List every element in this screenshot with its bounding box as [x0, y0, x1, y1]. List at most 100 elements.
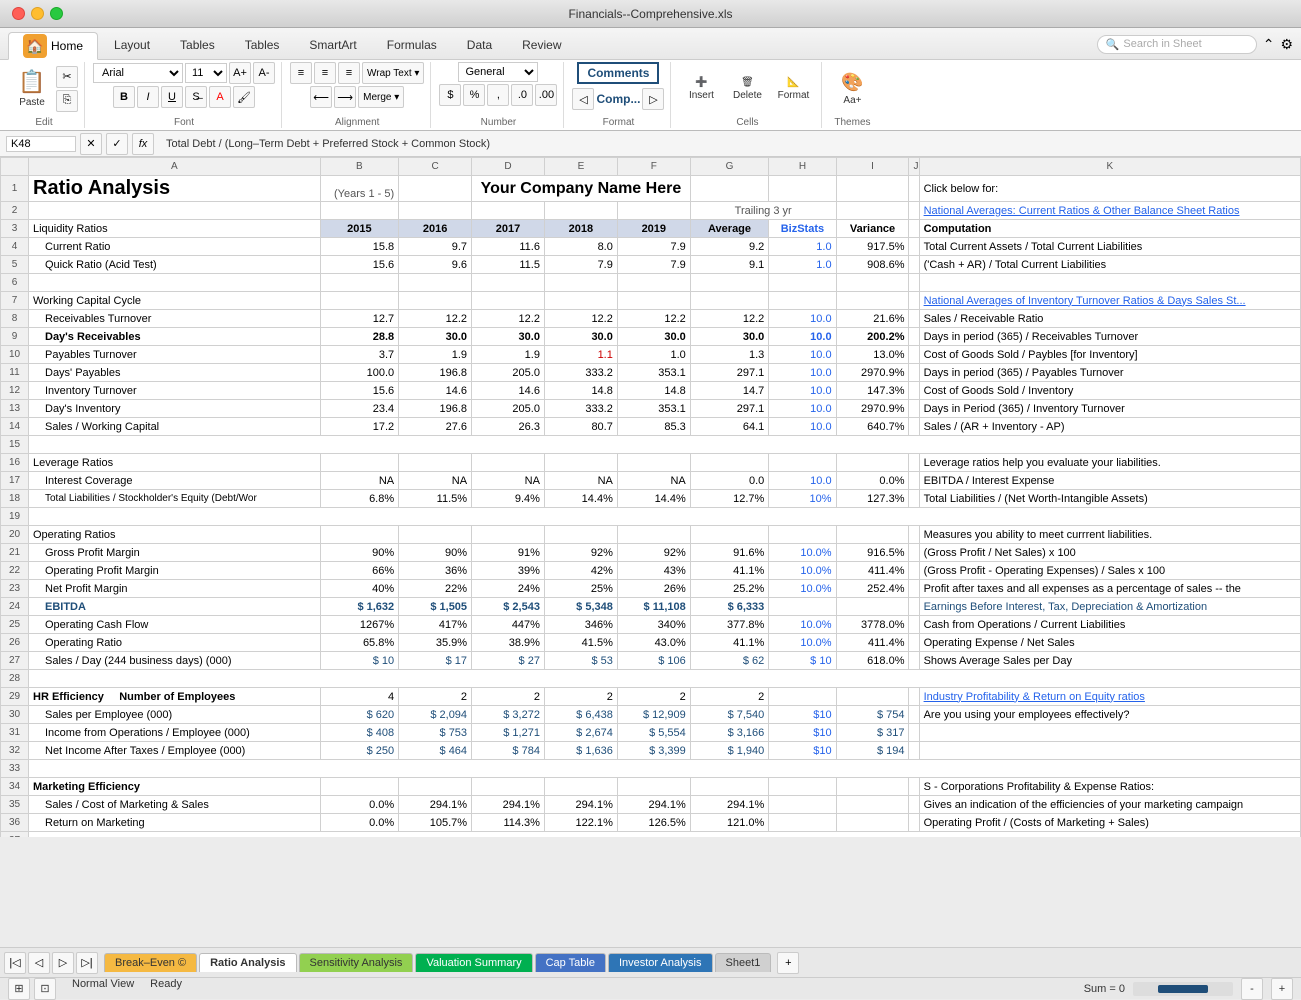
highlight-button[interactable]: 🖌 — [233, 86, 255, 108]
cell-h13[interactable]: 10.0 — [769, 400, 836, 418]
close-button[interactable] — [12, 7, 25, 20]
cell-f18[interactable]: 14.4% — [617, 490, 690, 508]
themes-button[interactable]: 🎨 Aa+ — [830, 63, 874, 115]
cell-g14[interactable]: 64.1 — [690, 418, 769, 436]
cell-d13[interactable]: 205.0 — [472, 400, 545, 418]
cell-e22[interactable]: 42% — [544, 562, 617, 580]
cell-h23[interactable]: 10.0% — [769, 580, 836, 598]
cell-g22[interactable]: 41.1% — [690, 562, 769, 580]
cell-i23[interactable]: 252.4% — [836, 580, 909, 598]
cell-k26[interactable]: Operating Expense / Net Sales — [919, 634, 1300, 652]
cell-k18[interactable]: Total Liabilities / (Net Worth-Intangibl… — [919, 490, 1300, 508]
col-header-b[interactable]: B — [320, 158, 399, 176]
cell-k4[interactable]: Total Current Assets / Total Current Lia… — [919, 238, 1300, 256]
cell-e27[interactable]: $ 53 — [544, 652, 617, 670]
cell-h25[interactable]: 10.0% — [769, 616, 836, 634]
cell-i11[interactable]: 2970.9% — [836, 364, 909, 382]
cell-b9[interactable]: 28.8 — [320, 328, 399, 346]
cell-i32[interactable]: $ 194 — [836, 742, 909, 760]
cell-c12[interactable]: 14.6 — [399, 382, 472, 400]
cell-g8[interactable]: 12.2 — [690, 310, 769, 328]
tab-review[interactable]: Review — [508, 31, 575, 59]
outdent-btn[interactable]: ⟶ — [334, 86, 356, 108]
search-bar[interactable]: 🔍 Search in Sheet — [1097, 35, 1257, 54]
cell-h26[interactable]: 10.0% — [769, 634, 836, 652]
align-left-btn[interactable]: ≡ — [290, 62, 312, 84]
cell-a5[interactable]: Quick Ratio (Acid Test) — [29, 256, 321, 274]
cell-a21[interactable]: Gross Profit Margin — [29, 544, 321, 562]
cell-a14[interactable]: Sales / Working Capital — [29, 418, 321, 436]
cell-b4[interactable]: 15.8 — [320, 238, 399, 256]
cell-a18[interactable]: Total Liabilities / Stockholder's Equity… — [29, 490, 321, 508]
cell-b8[interactable]: 12.7 — [320, 310, 399, 328]
cell-c9[interactable]: 30.0 — [399, 328, 472, 346]
col-header-h[interactable]: H — [769, 158, 836, 176]
tab-tables[interactable]: Tables — [166, 31, 229, 59]
cell-h31[interactable]: $10 — [769, 724, 836, 742]
cell-c13[interactable]: 196.8 — [399, 400, 472, 418]
cell-k22[interactable]: (Gross Profit - Operating Expenses) / Sa… — [919, 562, 1300, 580]
cell-g21[interactable]: 91.6% — [690, 544, 769, 562]
formula-confirm-btn[interactable]: ✓ — [106, 133, 128, 155]
cell-g12[interactable]: 14.7 — [690, 382, 769, 400]
sheet-nav-prev[interactable]: ◁ — [28, 952, 50, 974]
cell-e10[interactable]: 1.1 — [544, 346, 617, 364]
cell-k12[interactable]: Cost of Goods Sold / Inventory — [919, 382, 1300, 400]
cell-d30[interactable]: $ 3,272 — [472, 706, 545, 724]
cell-k1[interactable]: Click below for: — [919, 176, 1300, 202]
copy-button[interactable]: ⎘ — [56, 90, 78, 112]
cell-e23[interactable]: 25% — [544, 580, 617, 598]
cell-b29[interactable]: 4 — [320, 688, 399, 706]
cell-a17-interest[interactable]: Interest Coverage — [29, 472, 321, 490]
cell-i10[interactable]: 13.0% — [836, 346, 909, 364]
cell-i13[interactable]: 2970.9% — [836, 400, 909, 418]
cell-c25[interactable]: 417% — [399, 616, 472, 634]
number-format-select[interactable]: General — [458, 62, 538, 82]
col-header-d[interactable]: D — [472, 158, 545, 176]
cell-e11[interactable]: 333.2 — [544, 364, 617, 382]
cell-d21[interactable]: 91% — [472, 544, 545, 562]
tab-formulas[interactable]: Formulas — [373, 31, 451, 59]
cell-g24[interactable]: $ 6,333 — [690, 598, 769, 616]
cell-i17[interactable]: 0.0% — [836, 472, 909, 490]
cell-h22[interactable]: 10.0% — [769, 562, 836, 580]
cell-f13[interactable]: 353.1 — [617, 400, 690, 418]
cell-a13[interactable]: Day's Inventory — [29, 400, 321, 418]
cell-i14[interactable]: 640.7% — [836, 418, 909, 436]
cell-g36[interactable]: 121.0% — [690, 814, 769, 832]
cell-h17[interactable]: 10.0 — [769, 472, 836, 490]
dec-increase-btn[interactable]: .0 — [511, 84, 533, 106]
cell-b14[interactable]: 17.2 — [320, 418, 399, 436]
strikethrough-button[interactable]: S̶ — [185, 86, 207, 108]
cell-h9[interactable]: 10.0 — [769, 328, 836, 346]
cell-g32[interactable]: $ 1,940 — [690, 742, 769, 760]
currency-btn[interactable]: $ — [439, 84, 461, 106]
cell-b18[interactable]: 6.8% — [320, 490, 399, 508]
cell-f12[interactable]: 14.8 — [617, 382, 690, 400]
cell-d31[interactable]: $ 1,271 — [472, 724, 545, 742]
cell-a12[interactable]: Inventory Turnover — [29, 382, 321, 400]
cell-b25[interactable]: 1267% — [320, 616, 399, 634]
cell-e8[interactable]: 12.2 — [544, 310, 617, 328]
col-header-c[interactable]: C — [399, 158, 472, 176]
cell-a23[interactable]: Net Profit Margin — [29, 580, 321, 598]
cell-i31[interactable]: $ 317 — [836, 724, 909, 742]
col-header-a[interactable]: A — [29, 158, 321, 176]
cell-e4[interactable]: 8.0 — [544, 238, 617, 256]
cell-f8[interactable]: 12.2 — [617, 310, 690, 328]
cell-d36[interactable]: 114.3% — [472, 814, 545, 832]
cell-e36[interactable]: 122.1% — [544, 814, 617, 832]
cell-i18[interactable]: 127.3% — [836, 490, 909, 508]
cell-k23[interactable]: Profit after taxes and all expenses as a… — [919, 580, 1300, 598]
cell-f11[interactable]: 353.1 — [617, 364, 690, 382]
cell-a3-liquidity[interactable]: Liquidity Ratios — [29, 220, 321, 238]
cell-b2[interactable] — [320, 202, 399, 220]
cell-a25[interactable]: Operating Cash Flow — [29, 616, 321, 634]
paste-button[interactable]: 📋 Paste — [10, 63, 54, 115]
cell-k17[interactable]: EBITDA / Interest Expense — [919, 472, 1300, 490]
cell-f21[interactable]: 92% — [617, 544, 690, 562]
tab-ratio-analysis[interactable]: Ratio Analysis — [199, 953, 296, 972]
cell-e21[interactable]: 92% — [544, 544, 617, 562]
col-header-e[interactable]: E — [544, 158, 617, 176]
tab-sensitivity[interactable]: Sensitivity Analysis — [299, 953, 414, 972]
